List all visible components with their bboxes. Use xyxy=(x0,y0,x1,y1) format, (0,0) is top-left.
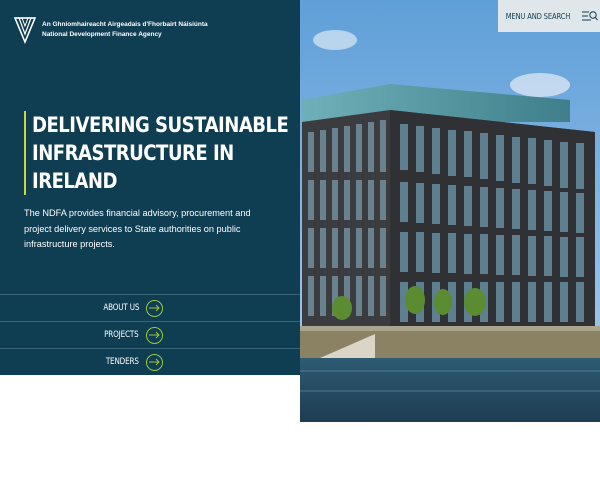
nav-link-label: PROJECTS xyxy=(104,330,140,340)
arrow-right-icon xyxy=(146,326,163,344)
nav-link-label: TENDERS xyxy=(106,357,139,367)
ndfa-logo-icon xyxy=(14,17,36,44)
hero-title-line-2: INFRASTRUCTURE IN xyxy=(32,141,234,165)
hero-photo xyxy=(300,0,600,422)
ndfa-logo[interactable]: An Ghníomhaireacht Airgeadais d'Fhorbair… xyxy=(14,14,208,44)
logo-line-irish: An Ghníomhaireacht Airgeadais d'Fhorbair… xyxy=(42,21,208,28)
menu-and-search-button[interactable]: MENU AND SEARCH xyxy=(498,0,600,32)
hero-description: The NDFA provides financial advisory, pr… xyxy=(24,208,251,249)
nav-link-label: ABOUT US xyxy=(103,303,139,313)
hero-heading: DELIVERING SUSTAINABLE INFRASTRUCTURE IN… xyxy=(32,111,290,195)
hero-title: DELIVERING SUSTAINABLE INFRASTRUCTURE IN… xyxy=(24,111,289,195)
menu-search-icon xyxy=(581,11,598,21)
building-photo xyxy=(300,0,600,422)
nav-link-about-us[interactable]: ABOUT US xyxy=(0,294,300,321)
arrow-right-icon xyxy=(146,353,163,371)
nav-link-tenders[interactable]: TENDERS xyxy=(0,348,300,375)
menu-search-label: MENU AND SEARCH xyxy=(505,11,571,21)
arrow-right-icon xyxy=(146,299,163,317)
logo-text: An Ghníomhaireacht Airgeadais d'Fhorbair… xyxy=(42,20,208,40)
logo-line-english: National Development Finance Agency xyxy=(42,31,162,38)
hero-panel: An Ghníomhaireacht Airgeadais d'Fhorbair… xyxy=(0,0,300,375)
hero-title-line-3: IRELAND xyxy=(32,169,117,193)
hero-title-line-1: DELIVERING SUSTAINABLE xyxy=(32,113,289,137)
page: An Ghníomhaireacht Airgeadais d'Fhorbair… xyxy=(0,0,600,480)
nav-link-projects[interactable]: PROJECTS xyxy=(0,321,300,348)
hero-nav: ABOUT US PROJECTS TENDERS xyxy=(0,294,300,375)
